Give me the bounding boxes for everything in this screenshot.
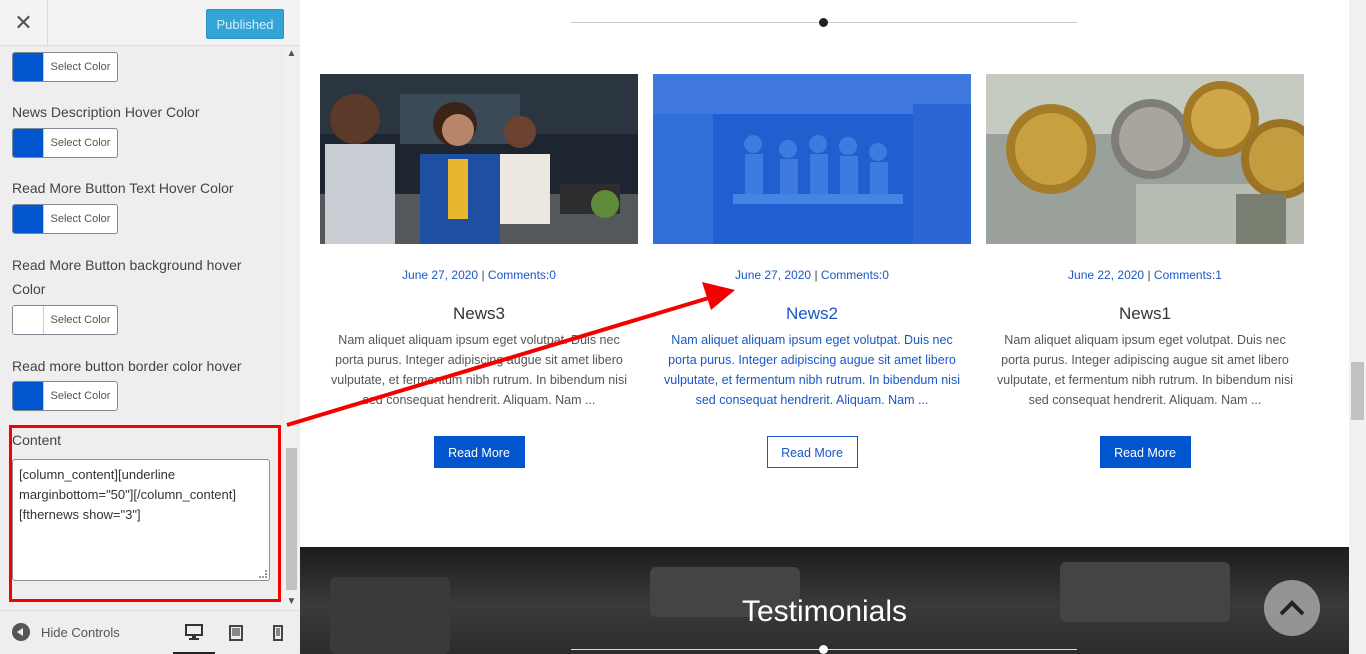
news-title[interactable]: News2 xyxy=(653,304,971,324)
control-label: Read more button border color hover xyxy=(12,358,242,374)
news-description: Nam aliquet aliquam ipsum eget volutpat.… xyxy=(664,333,960,407)
color-swatch xyxy=(13,129,44,157)
tablet-icon xyxy=(229,625,243,641)
customizer-sidebar: ✕ Published Select Color News Descriptio… xyxy=(0,0,300,654)
testimonials-section: Testimonials xyxy=(300,547,1349,654)
underline-dot xyxy=(819,645,828,654)
meta-separator: | xyxy=(481,268,485,282)
mobile-icon xyxy=(273,625,283,641)
control-label: Read More Button Text Hover Color xyxy=(12,180,234,196)
close-icon: ✕ xyxy=(14,10,33,35)
readmore-border-hover-color-button[interactable]: Select Color xyxy=(12,381,118,411)
control-label: Read More Button background hover Color xyxy=(12,257,242,297)
color-button-label: Select Color xyxy=(50,213,111,225)
scrollbar-thumb[interactable] xyxy=(286,448,297,590)
content-text: [column_content][underline marginbottom=… xyxy=(19,467,236,522)
news-date[interactable]: June 27, 2020 xyxy=(735,268,811,282)
read-more-button[interactable]: Read More xyxy=(1099,436,1191,468)
news-description: Nam aliquet aliquam ipsum eget volutpat.… xyxy=(997,333,1293,407)
hide-controls-button[interactable]: Hide Controls xyxy=(12,623,120,641)
meta-separator: | xyxy=(1147,268,1151,282)
scroll-down-icon[interactable]: ▼ xyxy=(283,594,300,610)
news-image[interactable] xyxy=(320,74,638,244)
news-image[interactable] xyxy=(986,74,1304,244)
meta-separator: | xyxy=(814,268,818,282)
color-swatch xyxy=(13,205,44,233)
bitcoin-dollars-photo xyxy=(986,74,1304,244)
color-picker-button[interactable]: Select Color xyxy=(12,52,118,82)
mobile-preview-button[interactable] xyxy=(257,611,299,654)
read-more-button[interactable]: Read More xyxy=(766,436,858,468)
news-desc-hover-color-button[interactable]: Select Color xyxy=(12,128,118,158)
readmore-text-hover-color-button[interactable]: Select Color xyxy=(12,204,118,234)
color-button-label: Select Color xyxy=(50,137,111,149)
read-more-button[interactable]: Read More xyxy=(433,436,525,468)
news-card: June 22, 2020 | Comments:1 News1 Nam ali… xyxy=(986,74,1304,468)
back-to-top-button[interactable] xyxy=(1264,580,1320,636)
tablet-preview-button[interactable] xyxy=(215,611,257,654)
color-button-label: Select Color xyxy=(50,314,111,326)
news-meta: June 27, 2020 | Comments:0 xyxy=(320,267,638,283)
office-team-photo xyxy=(320,74,638,244)
resize-handle[interactable] xyxy=(259,570,267,578)
testimonials-title: Testimonials xyxy=(741,595,908,628)
scroll-up-icon[interactable]: ▲ xyxy=(283,46,300,62)
news-card: June 27, 2020 | Comments:0 News3 Nam ali… xyxy=(320,74,638,468)
desktop-preview-button[interactable] xyxy=(173,611,215,654)
news-title[interactable]: News1 xyxy=(986,304,1304,324)
scrollbar-thumb[interactable] xyxy=(1351,362,1364,420)
site-preview: June 27, 2020 | Comments:0 News3 Nam ali… xyxy=(300,0,1349,654)
underline-dot xyxy=(819,18,828,27)
control-label: News Description Hover Color xyxy=(12,104,200,120)
news-comments[interactable]: Comments:0 xyxy=(821,268,889,282)
customizer-header: ✕ Published xyxy=(0,0,300,46)
news-title[interactable]: News3 xyxy=(320,304,638,324)
meeting-room-photo xyxy=(653,74,971,244)
close-button[interactable]: ✕ xyxy=(0,0,48,46)
news-meta: June 27, 2020 | Comments:0 xyxy=(653,267,971,283)
sidebar-scrollbar[interactable]: ▲ ▼ xyxy=(283,46,300,610)
color-swatch xyxy=(13,382,44,410)
color-button-label: Select Color xyxy=(50,390,111,402)
customizer-footer: Hide Controls xyxy=(0,610,300,654)
news-image[interactable] xyxy=(653,74,971,244)
news-card: June 27, 2020 | Comments:0 News2 Nam ali… xyxy=(653,74,971,468)
readmore-bg-hover-color-button[interactable]: Select Color xyxy=(12,305,118,335)
color-swatch xyxy=(13,306,44,334)
news-description: Nam aliquet aliquam ipsum eget volutpat.… xyxy=(331,333,627,407)
publish-button[interactable]: Published xyxy=(206,9,284,39)
news-comments[interactable]: Comments:1 xyxy=(1154,268,1222,282)
color-swatch xyxy=(13,53,44,81)
news-date[interactable]: June 27, 2020 xyxy=(402,268,478,282)
content-textarea[interactable]: [column_content][underline marginbottom=… xyxy=(12,459,270,581)
content-label: Content xyxy=(12,432,62,448)
page-scrollbar[interactable] xyxy=(1349,0,1366,654)
news-date[interactable]: June 22, 2020 xyxy=(1068,268,1144,282)
chevron-up-icon xyxy=(1279,600,1305,616)
desktop-icon xyxy=(185,623,203,640)
news-meta: June 22, 2020 | Comments:1 xyxy=(986,267,1304,283)
collapse-icon xyxy=(12,623,30,641)
color-button-label: Select Color xyxy=(50,61,111,73)
news-comments[interactable]: Comments:0 xyxy=(488,268,556,282)
hide-controls-label: Hide Controls xyxy=(41,624,120,640)
